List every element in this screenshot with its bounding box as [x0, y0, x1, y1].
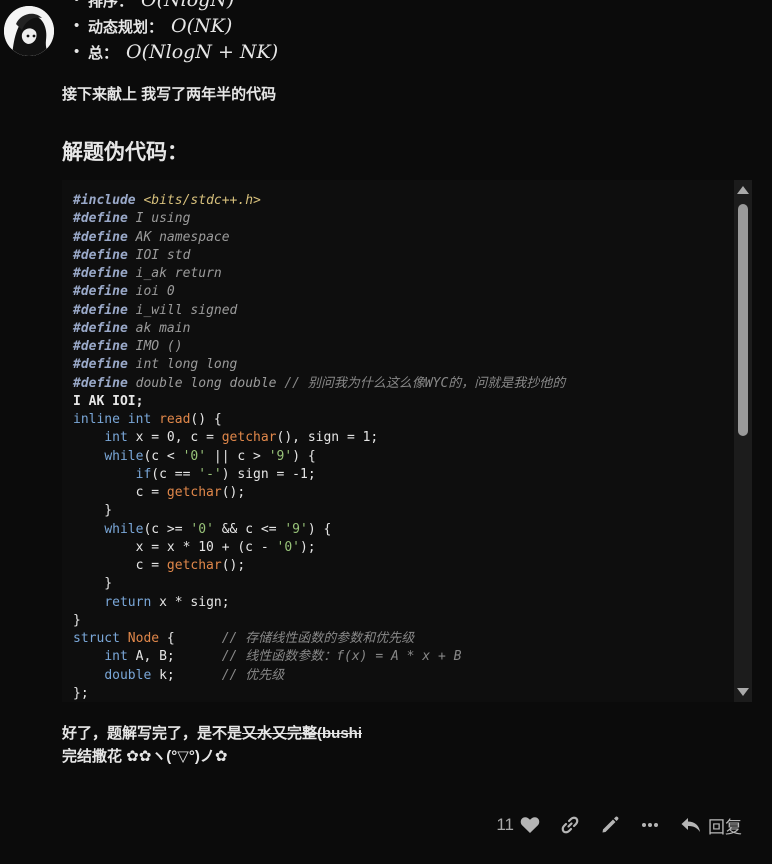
edit-button[interactable]: [590, 812, 630, 838]
intro-paragraph: 接下来献上 我写了两年半的代码: [62, 86, 277, 103]
code-line: return x * sign;: [104, 594, 230, 610]
code-line: c = getchar();: [73, 558, 246, 573]
code-line: while(c >= '0' && c <= '9') {: [104, 521, 332, 537]
celebrate-paragraph: 完结撒花 ✿✿ヽ(°▽°)ノ✿: [62, 748, 228, 765]
code-line: I AK IOI;: [73, 393, 144, 409]
closing-struck-text: 又水又完整(bushi: [242, 725, 363, 742]
complexity-list: 排序： O(NlogN) 动态规划： O(NK) 总： O(NlogN + NK): [74, 0, 279, 66]
code-line: inline int read() {: [73, 412, 222, 427]
reply-label: 回复: [708, 817, 742, 837]
link-icon: [561, 816, 579, 834]
complexity-formula: O(NlogN + NK): [126, 41, 279, 63]
complexity-label: 排序：: [88, 0, 134, 10]
avatar-image: [4, 6, 54, 56]
complexity-item-total: 总： O(NlogN + NK): [74, 40, 279, 66]
code-content[interactable]: #include <bits/stdc++.h> #define I using…: [73, 192, 565, 702]
code-scrollbar[interactable]: [734, 180, 752, 702]
code-line: c = getchar();: [73, 485, 246, 500]
code-line: while(c < '0' || c > '9') {: [104, 448, 316, 464]
code-line: <bits/stdc++.h>: [143, 193, 261, 208]
heart-icon: [520, 817, 540, 833]
code-line: x = x * 10 + (c - '0');: [73, 539, 316, 555]
more-options-button[interactable]: [630, 812, 670, 838]
code-line: #define i_ak return: [73, 266, 222, 281]
like-button[interactable]: 11: [486, 812, 550, 838]
scroll-up-icon[interactable]: [737, 186, 749, 194]
complexity-formula: O(NlogN): [141, 0, 235, 11]
code-line: }: [73, 503, 113, 519]
complexity-formula: O(NK): [171, 15, 233, 37]
scroll-down-icon[interactable]: [737, 688, 749, 696]
closing-paragraph: 好了，题解写完了，是不是又水又完整(bushi: [62, 722, 362, 743]
post-actions: 11 回复: [486, 812, 752, 838]
reply-button[interactable]: 回复: [670, 812, 752, 838]
code-line: struct Node { // 存储线性函数的参数和优先级: [73, 631, 415, 646]
complexity-item-sort: 排序： O(NlogN): [74, 0, 278, 14]
like-count: 11: [496, 815, 514, 834]
code-line: }: [73, 612, 81, 628]
code-line: }: [73, 576, 113, 592]
code-line: int A, B; // 线性函数参数：f(x) = A * x + B: [104, 649, 462, 665]
code-line: #define AK namespace: [73, 229, 230, 245]
code-line: #define ioi 0: [73, 284, 175, 300]
copy-link-button[interactable]: [550, 812, 590, 838]
complexity-label: 动态规划：: [88, 19, 164, 36]
section-heading: 解题伪代码：: [62, 141, 188, 164]
author-avatar[interactable]: [4, 6, 54, 56]
code-line: int x = 0, c = getchar(), sign = 1;: [104, 430, 379, 446]
scrollbar-thumb[interactable]: [738, 204, 748, 436]
code-line: #define double long double // 别问我为什么这么像W…: [73, 375, 566, 391]
pencil-icon: [602, 816, 619, 833]
complexity-item-dp: 动态规划： O(NK): [74, 14, 278, 40]
code-line: if(c == '-') sign = -1;: [135, 466, 316, 482]
reply-arrow-icon: [681, 818, 700, 832]
complexity-label: 总：: [88, 45, 119, 62]
code-line: double k; // 优先级: [104, 667, 285, 683]
code-line: #define IMO (): [73, 339, 183, 354]
code-line: };: [73, 685, 89, 701]
code-line: #define int long long: [73, 357, 238, 373]
code-line: #define I using: [73, 211, 191, 227]
code-line: #define ak main: [73, 320, 191, 336]
closing-text: 好了，题解写完了，是不是: [62, 725, 243, 742]
code-block[interactable]: #include <bits/stdc++.h> #define I using…: [62, 180, 752, 702]
code-line: #define IOI std: [73, 247, 191, 263]
code-line: #define i_will signed: [73, 302, 238, 318]
ellipsis-icon: [642, 823, 658, 827]
